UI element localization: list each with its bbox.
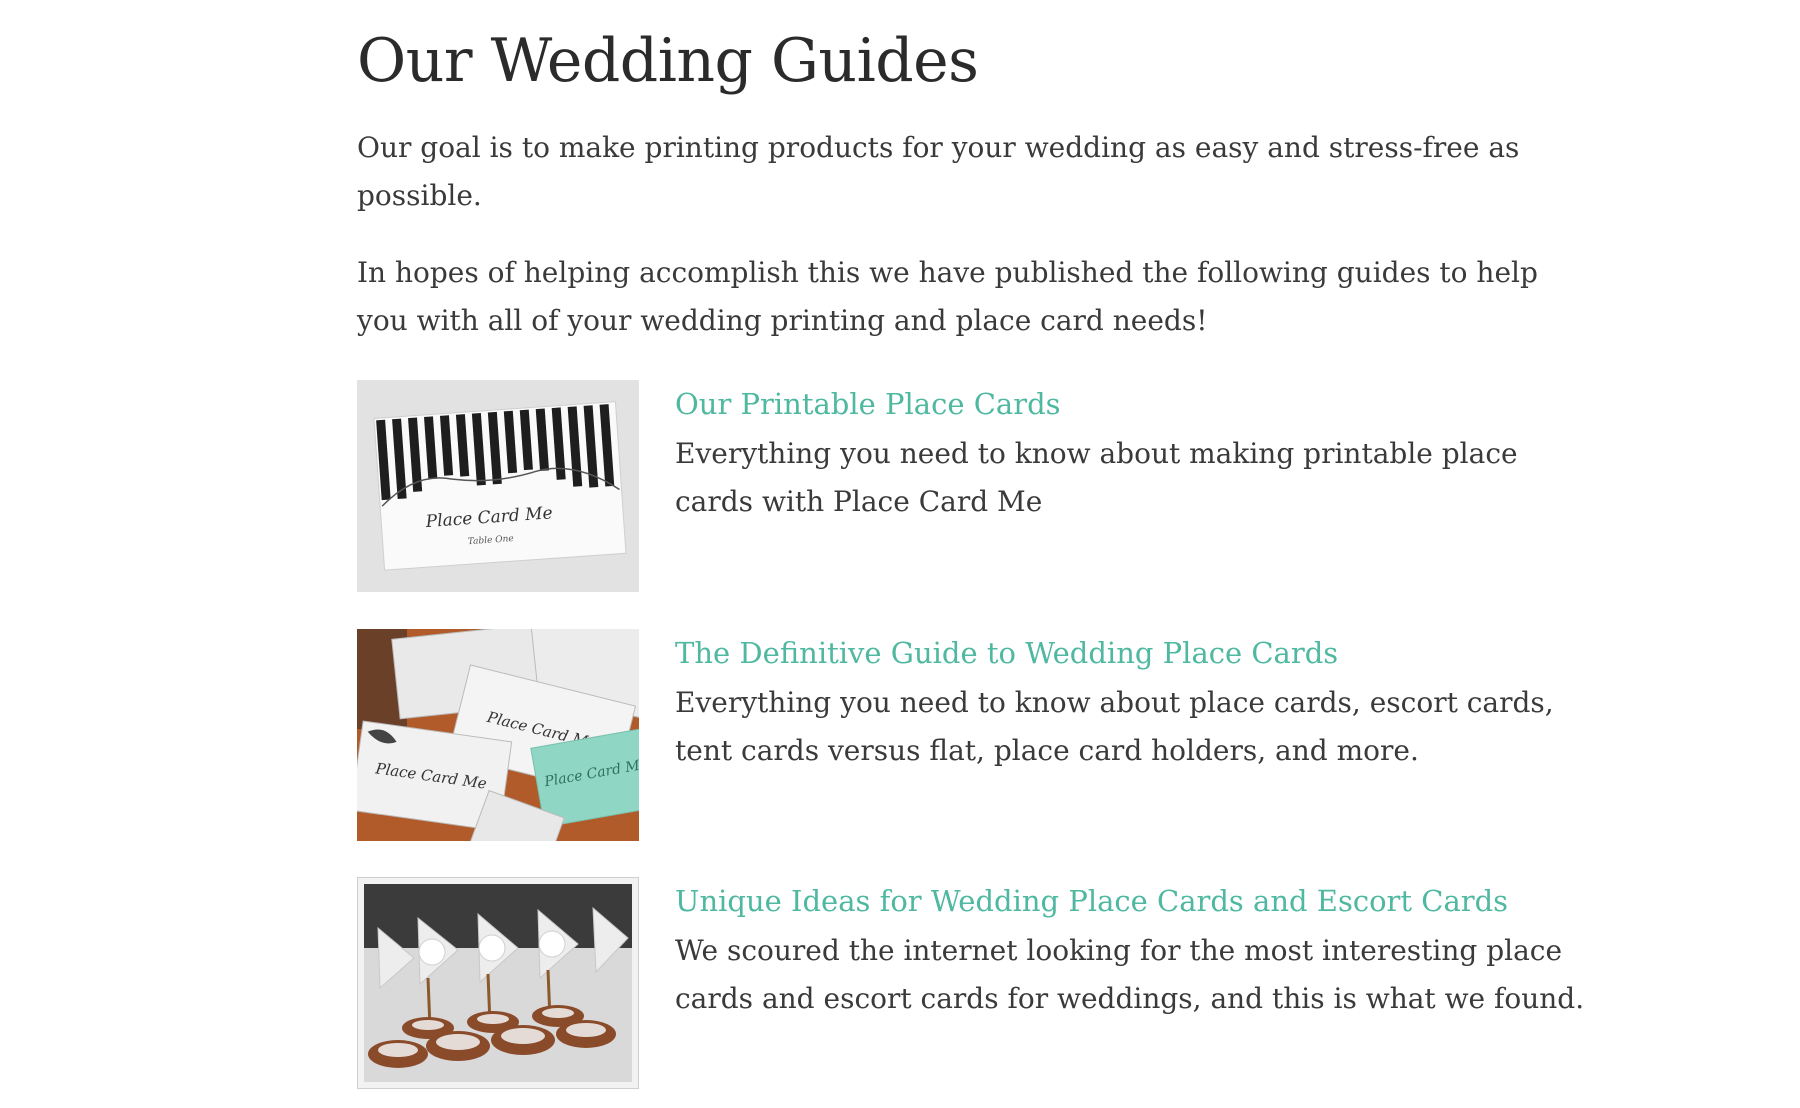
donut-escort-cards-image [358,878,638,1088]
main-content: Our Wedding Guides Our goal is to make p… [357,0,1597,1089]
guide-description: We scoured the internet looking for the … [675,934,1585,1015]
guide-item-definitive-guide: Place Card Me Place Card Me Place Card M… [357,629,1597,841]
guide-description: Everything you need to know about place … [675,686,1554,767]
intro-paragraph-goal: Our goal is to make printing products fo… [357,131,1520,212]
guide-item-unique-ideas: Unique Ideas for Wedding Place Cards and… [357,877,1597,1089]
guide-thumbnail-printable-place-cards[interactable]: Place Card Me Table One [357,380,639,592]
guide-link-printable-place-cards[interactable]: Our Printable Place Cards [675,384,1595,424]
guide-link-unique-ideas[interactable]: Unique Ideas for Wedding Place Cards and… [675,881,1595,921]
guide-text-block: Unique Ideas for Wedding Place Cards and… [675,881,1595,1023]
guide-item-printable-place-cards: Place Card Me Table One Our Printable Pl… [357,380,1597,592]
striped-place-card-image: Place Card Me Table One [357,380,639,592]
guide-link-definitive-guide[interactable]: The Definitive Guide to Wedding Place Ca… [675,633,1595,673]
guide-thumbnail-definitive-guide[interactable]: Place Card Me Place Card Me Place Card M… [357,629,639,841]
guide-description: Everything you need to know about making… [675,437,1518,518]
scattered-place-cards-image: Place Card Me Place Card Me Place Card M… [357,629,639,841]
guide-text-block: Our Printable Place Cards Everything you… [675,384,1595,526]
guide-text-block: The Definitive Guide to Wedding Place Ca… [675,633,1595,775]
guide-thumbnail-unique-ideas[interactable] [357,877,639,1089]
intro-paragraph-guides: In hopes of helping accomplish this we h… [357,256,1538,337]
page-title: Our Wedding Guides [357,26,979,96]
